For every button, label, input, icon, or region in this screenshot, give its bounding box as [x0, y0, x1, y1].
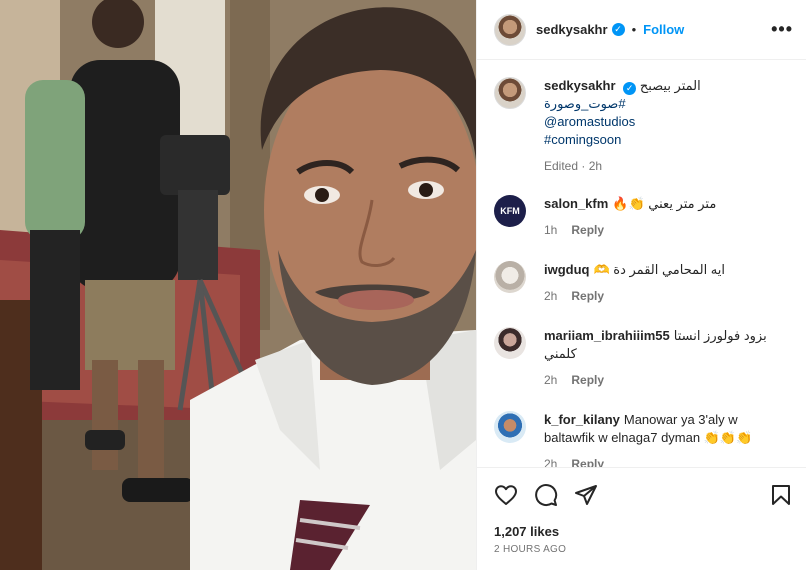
- author-avatar[interactable]: [494, 13, 526, 46]
- paper-plane-icon[interactable]: [574, 483, 598, 507]
- post-photo[interactable]: [0, 0, 476, 570]
- comments-scroll-area[interactable]: sedkysakhr ✓ المتر بيصبح #صوت_وصورة @aro…: [477, 61, 806, 467]
- comment-item: iwgduq ايه المحامي القمر دة 🫶 2h Reply: [494, 261, 794, 305]
- comment-time: 1h: [544, 223, 558, 237]
- commenter-avatar[interactable]: [494, 327, 526, 359]
- reply-button[interactable]: Reply: [571, 221, 604, 239]
- commenter-avatar[interactable]: [494, 261, 526, 293]
- post-side-panel: sedkysakhr ✓ • Follow ••• sedkysakhr ✓ ا…: [476, 0, 806, 570]
- post-caption: sedkysakhr ✓ المتر بيصبح #صوت_وصورة @aro…: [494, 77, 794, 175]
- commenter-avatar[interactable]: [494, 411, 526, 443]
- reply-button[interactable]: Reply: [571, 455, 604, 467]
- like-count[interactable]: 1,207 likes: [494, 524, 559, 539]
- more-options-icon[interactable]: •••: [771, 20, 793, 38]
- hashtag-link[interactable]: #comingsoon: [544, 131, 701, 149]
- author-username[interactable]: sedkysakhr: [536, 22, 608, 37]
- commenter-username[interactable]: k_for_kilany: [544, 412, 620, 427]
- comment-item: KFM salon_kfm متر متر يعني 👏🔥 1h Reply: [494, 195, 794, 239]
- comment-item: k_for_kilany Manowar ya 3'aly w baltawfik…: [494, 411, 794, 467]
- comment-item: mariiam_ibrahiiim55 بزود فولورز انستا كلم…: [494, 327, 794, 389]
- comment-text: متر متر يعني 👏🔥: [612, 196, 717, 211]
- reply-button[interactable]: Reply: [571, 371, 604, 389]
- commenter-username[interactable]: iwgduq: [544, 262, 590, 277]
- verified-badge-icon: ✓: [611, 23, 625, 36]
- comment-time: 2h: [544, 373, 558, 387]
- caption-edited-time: Edited · 2h: [544, 159, 603, 173]
- commenter-username[interactable]: salon_kfm: [544, 196, 608, 211]
- bookmark-icon[interactable]: [769, 483, 793, 507]
- avatar-logo-text: KFM: [500, 206, 520, 216]
- follow-button[interactable]: Follow: [643, 22, 684, 37]
- commenter-avatar[interactable]: KFM: [494, 195, 526, 227]
- hashtag-link[interactable]: #صوت_وصورة: [544, 95, 701, 113]
- instagram-post: sedkysakhr ✓ • Follow ••• sedkysakhr ✓ ا…: [0, 0, 806, 570]
- comment-time: 2h: [544, 457, 558, 467]
- reply-button[interactable]: Reply: [571, 287, 604, 305]
- comment-icon[interactable]: [534, 483, 558, 507]
- post-actions: 1,207 likes 2 HOURS AGO: [477, 467, 806, 570]
- verified-badge-icon: ✓: [623, 81, 637, 95]
- caption-text: المتر بيصبح: [639, 78, 701, 93]
- comment-text: ايه المحامي القمر دة 🫶: [593, 262, 726, 277]
- caption-username[interactable]: sedkysakhr: [544, 78, 616, 93]
- post-header: sedkysakhr ✓ • Follow •••: [477, 0, 806, 60]
- heart-icon[interactable]: [494, 483, 518, 507]
- caption-author-avatar[interactable]: [494, 77, 526, 109]
- commenter-username[interactable]: mariiam_ibrahiiim55: [544, 328, 670, 343]
- header-separator: •: [631, 22, 637, 37]
- mention-link[interactable]: @aromastudios: [544, 113, 701, 131]
- comment-time: 2h: [544, 289, 558, 303]
- post-timestamp[interactable]: 2 HOURS AGO: [494, 544, 566, 555]
- selfie-on-film-set-image: [0, 0, 476, 570]
